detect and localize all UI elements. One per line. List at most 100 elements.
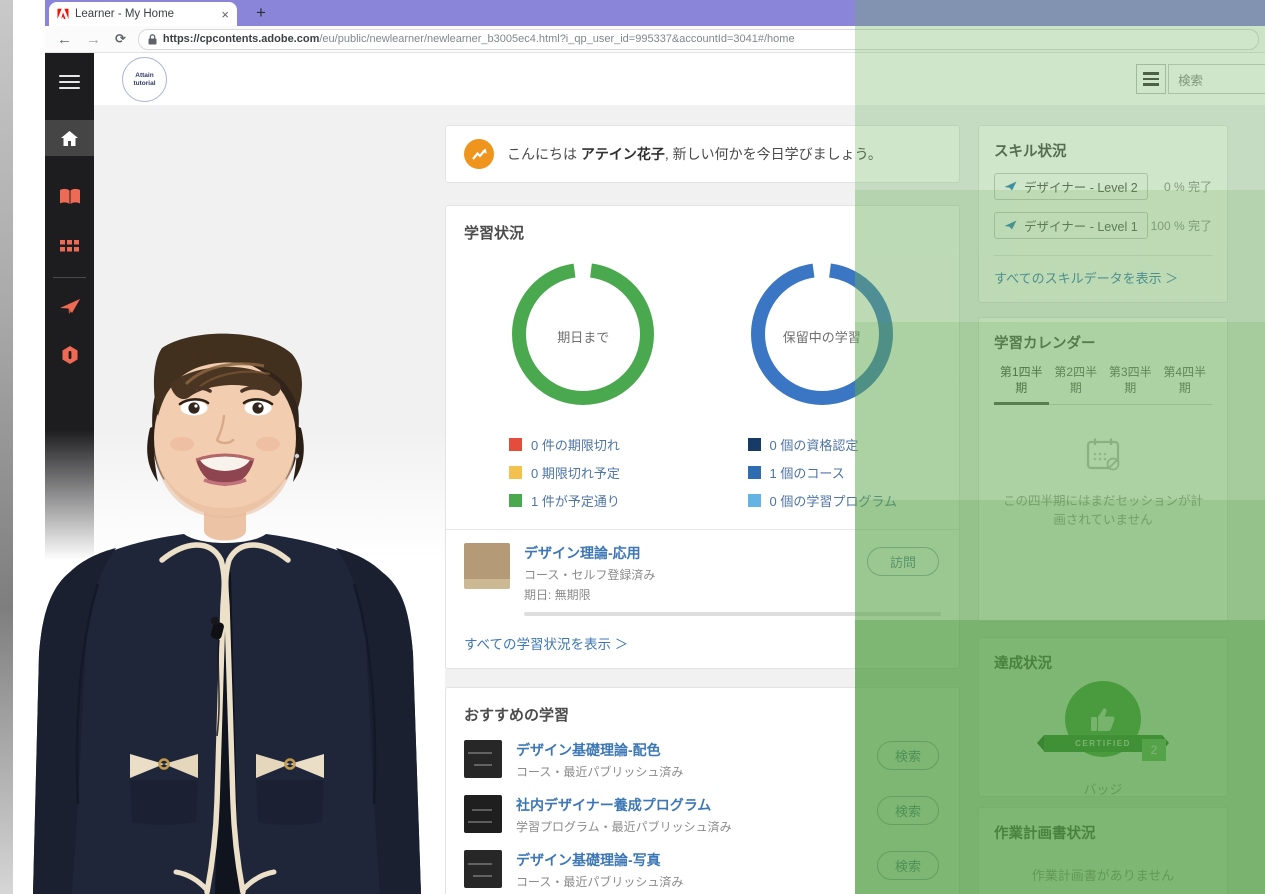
divider <box>446 529 959 530</box>
work-plan-card: 作業計画書状況 作業計画書がありません <box>978 807 1228 894</box>
skills-card: スキル状況 デザイナー - Level 2 0 % 完了 デザイナー - Lev… <box>978 125 1228 303</box>
sidebar-hamburger-icon[interactable] <box>45 67 94 97</box>
tab-q3[interactable]: 第3四半期 <box>1103 365 1158 404</box>
search-placeholder: 検索 <box>1178 70 1203 89</box>
list-item: 社内デザイナー養成プログラム 学習プログラム・最近パブリッシュ済み 検索 <box>464 795 941 835</box>
explore-button[interactable]: 検索 <box>877 741 939 770</box>
address-bar[interactable]: https://cpcontents.adobe.com/eu/public/n… <box>138 29 1259 50</box>
tab-q2[interactable]: 第2四半期 <box>1049 365 1104 404</box>
course-subtitle: コース・最近パブリッシュ済み <box>516 873 683 890</box>
learning-status-card: 学習状況 期日まで 0 件の期限切れ 0 期限切れ予定 1 件が予定通り <box>445 205 960 669</box>
deadline-donut-block: 期日まで 0 件の期限切れ 0 期限切れ予定 1 件が予定通り <box>464 259 703 519</box>
legend-swatch <box>509 438 522 451</box>
explore-button[interactable]: 検索 <box>877 851 939 880</box>
adobe-favicon-icon <box>57 8 69 20</box>
forward-icon[interactable]: → <box>86 31 101 48</box>
tab-q4[interactable]: 第4四半期 <box>1158 365 1213 404</box>
visit-button[interactable]: 訪問 <box>867 547 939 576</box>
paper-plane-icon <box>1004 220 1017 231</box>
skill-percent: 100 % 完了 <box>1151 217 1212 234</box>
logo-line1: Attain <box>135 72 153 79</box>
legend-swatch <box>509 466 522 479</box>
course-thumbnail[interactable] <box>464 740 502 778</box>
skill-row: デザイナー - Level 1 100 % 完了 <box>994 212 1212 239</box>
course-title-link[interactable]: 社内デザイナー養成プログラム <box>516 795 732 815</box>
course-subtitle: 学習プログラム・最近パブリッシュ済み <box>516 818 732 835</box>
sidebar-item-modules[interactable] <box>45 233 94 261</box>
course-title-link[interactable]: デザイン基礎理論-写真 <box>516 850 683 870</box>
browser-tab-bar: Learner - My Home × + <box>45 0 1265 26</box>
course-info: デザイン理論-応用 コース・セルフ登録済み 期日: 無期限 <box>524 543 655 603</box>
course-title-link[interactable]: デザイン理論-応用 <box>524 543 655 563</box>
badge-label: バッジ <box>994 779 1212 798</box>
show-all-learning-link[interactable]: すべての学習状況を表示 ＞ <box>464 633 628 653</box>
deadline-legend: 0 件の期限切れ 0 期限切れ予定 1 件が予定通り <box>464 435 620 519</box>
skill-chip[interactable]: デザイナー - Level 2 <box>994 173 1148 200</box>
pending-legend: 0 個の資格認定 1 個のコース 0 個の学習プログラム <box>703 435 897 519</box>
paper-plane-icon <box>59 298 81 316</box>
work-plan-title: 作業計画書状況 <box>994 822 1212 843</box>
quarter-tabs: 第1四半期 第2四半期 第3四半期 第4四半期 <box>994 365 1212 405</box>
skill-percent: 0 % 完了 <box>1164 178 1212 195</box>
skill-row: デザイナー - Level 2 0 % 完了 <box>994 173 1212 200</box>
badge-count: 2 <box>1142 739 1166 761</box>
explore-button[interactable]: 検索 <box>877 796 939 825</box>
recommended-card: おすすめの学習 デザイン基礎理論-配色 コース・最近パブリッシュ済み 検索 社内… <box>445 687 960 894</box>
video-frame-edge <box>0 0 13 894</box>
search-input[interactable]: 検索 <box>1168 64 1265 94</box>
reload-icon[interactable]: ⟳ <box>115 31 126 47</box>
grid-icon <box>60 237 80 257</box>
legend-swatch <box>748 494 761 507</box>
donut-charts: 期日まで 0 件の期限切れ 0 期限切れ予定 1 件が予定通り <box>464 259 941 519</box>
course-thumbnail[interactable] <box>464 795 502 833</box>
logo-line2: tutorial <box>133 80 155 87</box>
home-icon <box>60 130 79 147</box>
lms-header: Attain tutorial 検索 <box>94 53 1265 106</box>
deadline-donut: 期日まで <box>508 259 658 409</box>
list-item: デザイン基礎理論-配色 コース・最近パブリッシュ済み 検索 <box>464 740 941 780</box>
legend-swatch <box>509 494 522 507</box>
brand-logo[interactable]: Attain tutorial <box>122 57 167 102</box>
trending-up-icon <box>464 139 494 169</box>
achievements-title: 達成状況 <box>994 652 1212 673</box>
course-thumbnail[interactable] <box>464 850 502 888</box>
back-icon[interactable]: ← <box>57 31 72 48</box>
sidebar-item-catalog[interactable] <box>45 183 94 211</box>
course-progress-bar <box>524 612 941 616</box>
calendar-empty-state: この四半期にはまだセッションが計画されていません <box>994 435 1212 530</box>
screenshot-stage: Learner - My Home × + ← → ⟳ https://cpco… <box>0 0 1265 894</box>
paper-plane-icon <box>1004 181 1017 192</box>
pending-donut-block: 保留中の学習 0 個の資格認定 1 個のコース 0 個の学習プログラム <box>703 259 942 519</box>
url-domain: https://cpcontents.adobe.com <box>163 33 319 45</box>
tab-title: Learner - My Home <box>75 8 217 20</box>
learning-status-title: 学習状況 <box>464 222 941 243</box>
browser-tab[interactable]: Learner - My Home × <box>49 2 237 26</box>
course-subtitle: コース・セルフ登録済み <box>524 566 655 583</box>
skill-chip[interactable]: デザイナー - Level 1 <box>994 212 1148 239</box>
url-path: /eu/public/newlearner/newlearner_b3005ec… <box>319 33 794 45</box>
course-title-link[interactable]: デザイン基礎理論-配色 <box>516 740 683 760</box>
achievements-card: 達成状況 CERTIFIED 2 バッジ <box>978 637 1228 797</box>
browser-toolbar: ← → ⟳ https://cpcontents.adobe.com/eu/pu… <box>45 26 1265 53</box>
tab-close-icon[interactable]: × <box>221 7 229 22</box>
sidebar-divider <box>53 277 86 278</box>
url-text: https://cpcontents.adobe.com/eu/public/n… <box>163 33 795 45</box>
legend-swatch <box>748 466 761 479</box>
lock-icon <box>148 34 157 45</box>
calendar-title: 学習カレンダー <box>994 332 1212 353</box>
donut-center-label: 期日まで <box>508 327 658 346</box>
sidebar-item-home[interactable] <box>45 120 94 156</box>
show-all-skills-link[interactable]: すべてのスキルデータを表示 ＞ <box>994 271 1178 286</box>
greeting-banner: こんにちは アテイン花子, 新しい何かを今日学びましょう。 <box>445 125 960 183</box>
pending-donut: 保留中の学習 <box>747 259 897 409</box>
tab-q1[interactable]: 第1四半期 <box>994 365 1049 405</box>
new-tab-button[interactable]: + <box>249 1 273 25</box>
sidebar-item-share[interactable] <box>45 293 94 321</box>
course-thumbnail[interactable] <box>464 543 510 589</box>
header-menu-button[interactable] <box>1136 64 1166 94</box>
course-due-date: 期日: 無期限 <box>524 586 655 603</box>
certified-badge[interactable]: CERTIFIED 2 <box>1048 681 1158 773</box>
calendar-blocked-icon <box>1084 435 1122 473</box>
divider <box>994 255 1212 256</box>
work-plan-empty-message: 作業計画書がありません <box>994 865 1212 884</box>
